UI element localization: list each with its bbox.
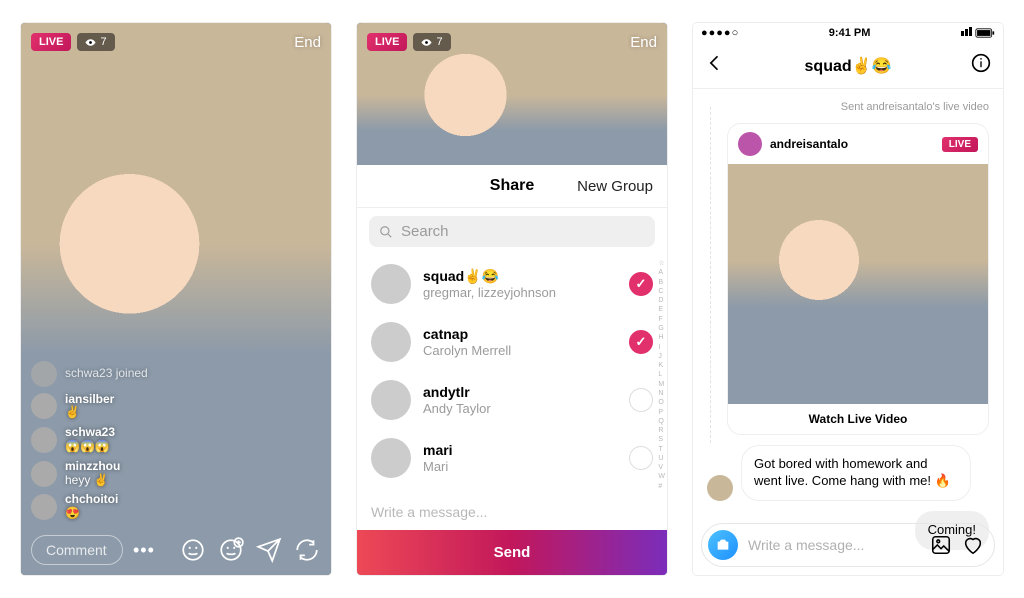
dm-input-field[interactable]: Write a message... [748,537,920,553]
join-notice: schwa23 joined [31,361,148,387]
info-button[interactable] [971,53,991,78]
viewer-count[interactable]: 7 [413,33,450,51]
nav-bar: squad✌️😂 [693,43,1003,89]
more-button[interactable]: ••• [133,540,155,561]
message-thread[interactable]: Sent andreisantalo's live video andreisa… [693,89,1003,562]
avatar [31,461,57,487]
checkbox-icon[interactable] [629,330,653,354]
avatar [371,322,411,362]
avatar [707,475,733,501]
checkbox-icon[interactable] [629,388,653,412]
switch-camera-button[interactable] [293,536,321,564]
status-time: 9:41 PM [829,27,871,39]
new-group-button[interactable]: New Group [577,178,653,195]
live-badge: LIVE [367,33,407,51]
like-icon[interactable] [962,534,984,556]
live-badge: LIVE [942,137,978,152]
contact-row[interactable]: justinaguilarJustin Aguilar [357,487,667,494]
eye-icon [421,37,432,48]
share-sheet: Share New Group Search ☆ABCDEFGHIJKLMNOP… [357,165,667,575]
end-button[interactable]: End [630,34,657,51]
carrier-signal: ●●●●○ [701,27,739,39]
message-input[interactable]: Write a message... [357,494,667,530]
avatar [371,380,411,420]
chat-title[interactable]: squad✌️😂 [805,56,892,76]
alphabet-index[interactable]: ☆ABCDEFGHIJKLMNOPQRSTUVW# [658,259,665,490]
live-badge: LIVE [31,33,71,51]
live-bottom-bar: Comment ••• [31,535,321,565]
dm-thread-screen: ●●●●○ 9:41 PM squad✌️😂 Sent andreisantal… [693,23,1003,575]
eye-icon [85,37,96,48]
search-input[interactable]: Search [369,216,655,247]
face-filter-button[interactable] [179,536,207,564]
back-button[interactable] [705,53,725,78]
end-button[interactable]: End [294,34,321,51]
avatar [31,393,57,419]
live-broadcast-screen: LIVE 7 End schwa23 joined iansilber✌️ sc… [21,23,331,575]
status-bar: ●●●●○ 9:41 PM [693,23,1003,43]
live-video-card[interactable]: andreisantalo LIVE Watch Live Video [727,123,989,435]
card-username: andreisantalo [770,137,934,151]
avatar [31,361,57,387]
gallery-icon[interactable] [930,534,952,556]
share-title: Share [490,177,534,195]
dm-composer: Write a message... [701,523,995,567]
incoming-message: Got bored with homework and went live. C… [707,445,989,501]
card-preview [728,164,988,404]
battery-icon [960,27,995,39]
contact-row[interactable]: squad✌️😂gregmar, lizzeyjohnson [357,255,667,313]
contact-row[interactable]: andytlrAndy Taylor [357,371,667,429]
live-comment: schwa23😱😱😱 [31,426,148,454]
search-icon [379,225,393,239]
avatar [31,494,57,520]
avatar [371,438,411,478]
avatar [31,427,57,453]
viewer-count[interactable]: 7 [77,33,114,51]
checkbox-icon[interactable] [629,446,653,470]
contact-row[interactable]: mariMari [357,429,667,487]
camera-button[interactable] [708,530,738,560]
add-face-button[interactable] [217,536,245,564]
share-sheet-screen: LIVE 7 End Share New Group Search ☆ABCDE… [357,23,667,575]
contact-list: ☆ABCDEFGHIJKLMNOPQRSTUVW# squad✌️😂gregma… [357,255,667,494]
checkbox-icon[interactable] [629,272,653,296]
send-button[interactable]: Send [357,530,667,575]
live-comments: schwa23 joined iansilber✌️ schwa23😱😱😱 mi… [31,361,148,521]
comment-input[interactable]: Comment [31,535,123,565]
live-comment: chchoitoi😍 [31,493,148,521]
message-bubble: Got bored with homework and went live. C… [741,445,971,501]
contact-row[interactable]: catnapCarolyn Merrell [357,313,667,371]
live-comment: iansilber✌️ [31,393,148,421]
sent-hint: Sent andreisantalo's live video [707,101,989,113]
share-button[interactable] [255,536,283,564]
camera-icon [715,537,731,553]
live-comment: minzzhouheyy ✌️ [31,460,148,488]
avatar [738,132,762,156]
watch-live-button[interactable]: Watch Live Video [728,404,988,434]
avatar [371,264,411,304]
